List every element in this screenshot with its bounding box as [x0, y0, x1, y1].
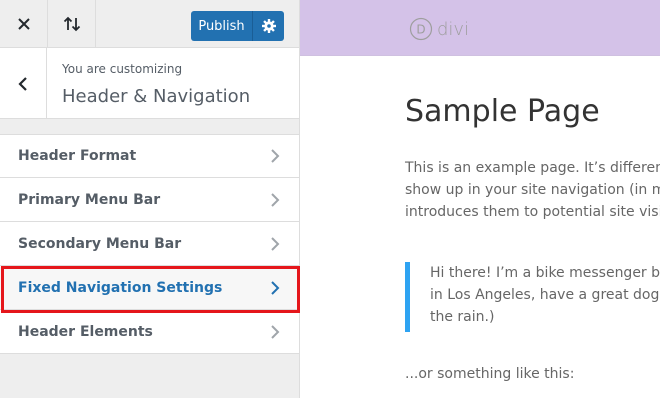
section-menu-list: Header Format Primary Menu Bar Secondary… — [0, 134, 299, 354]
outro-text: ...or something like this: — [405, 366, 575, 382]
page-title: Sample Page — [405, 94, 600, 129]
menu-item-label: Header Format — [18, 148, 137, 164]
customizing-label: You are customizing — [62, 62, 183, 76]
quote-line: in Los Angeles, have a great dog nar — [430, 287, 660, 303]
quote-line: Hi there! I’m a bike messenger by da — [430, 265, 660, 281]
chevron-left-icon — [18, 76, 27, 91]
chevron-right-icon — [271, 325, 280, 339]
chevron-right-icon — [271, 193, 280, 207]
intro-paragraph: This is an example page. It’s different … — [405, 157, 660, 223]
chevron-right-icon — [271, 237, 280, 251]
close-icon — [17, 18, 30, 30]
menu-item-fixed-navigation-settings[interactable]: Fixed Navigation Settings — [0, 266, 299, 310]
reorder-button[interactable] — [48, 0, 96, 48]
arrows-up-down-icon — [63, 16, 80, 32]
gear-icon — [261, 19, 276, 33]
site-logo[interactable]: D divi — [409, 16, 469, 42]
menu-item-label: Secondary Menu Bar — [18, 236, 182, 252]
publish-button[interactable]: Publish — [191, 11, 253, 41]
menu-item-primary-menu-bar[interactable]: Primary Menu Bar — [0, 178, 299, 222]
menu-item-header-elements[interactable]: Header Elements — [0, 310, 299, 354]
quote-line: the rain.) — [430, 309, 495, 325]
menu-item-header-format[interactable]: Header Format — [0, 134, 299, 178]
publish-settings-button[interactable] — [253, 11, 284, 41]
blockquote: Hi there! I’m a bike messenger by da in … — [405, 262, 660, 332]
customizer-topbar: Publish — [0, 0, 299, 48]
menu-item-label: Primary Menu Bar — [18, 192, 161, 208]
menu-item-secondary-menu-bar[interactable]: Secondary Menu Bar — [0, 222, 299, 266]
back-button[interactable] — [0, 48, 47, 119]
publish-button-group: Publish — [191, 11, 284, 41]
section-header: You are customizing Header & Navigation — [0, 48, 299, 119]
chevron-right-icon — [271, 281, 280, 295]
logo-letter: D — [416, 23, 425, 37]
section-title: Header & Navigation — [62, 86, 251, 107]
site-header: D divi — [300, 0, 660, 56]
chevron-right-icon — [271, 149, 280, 163]
logo-text: divi — [437, 18, 470, 40]
paragraph-line: show up in your site navigation (in most — [405, 182, 660, 198]
customizer-sidebar: Publish You are customizing Header & Nav… — [0, 0, 300, 398]
paragraph-line: This is an example page. It’s different … — [405, 160, 660, 176]
menu-item-label: Header Elements — [18, 324, 153, 340]
close-button[interactable] — [0, 0, 48, 48]
site-preview: D divi Sample Page This is an example pa… — [300, 0, 660, 398]
divi-logo-icon: D — [409, 17, 433, 41]
menu-item-label: Fixed Navigation Settings — [18, 280, 223, 296]
paragraph-line: introduces them to potential site visito… — [405, 204, 660, 220]
